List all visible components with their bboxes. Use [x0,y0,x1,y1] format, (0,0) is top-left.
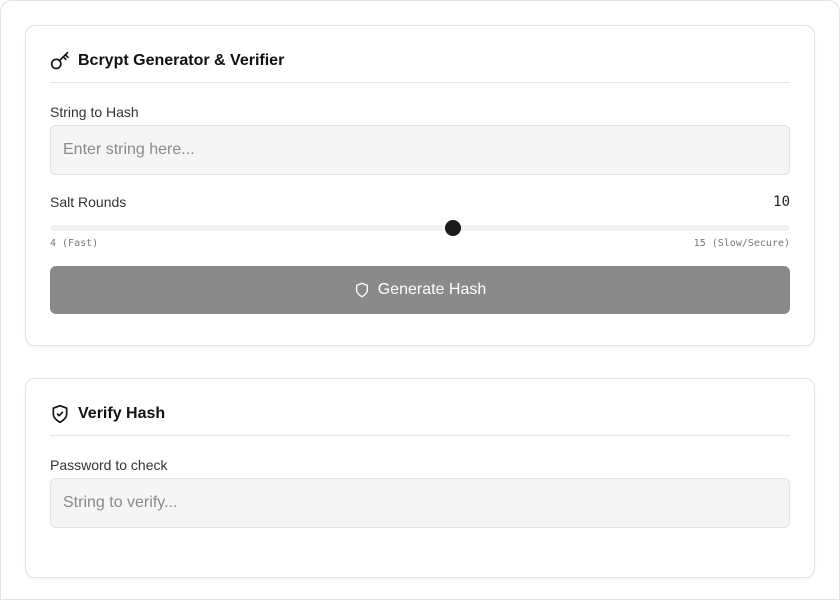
verify-input[interactable] [50,478,790,528]
generator-card: Bcrypt Generator & Verifier String to Ha… [25,25,815,346]
hash-input-label: String to Hash [50,104,139,120]
salt-rounds-label: Salt Rounds [50,194,127,210]
salt-rounds-value: 10 [773,194,790,210]
shield-check-icon [50,404,70,424]
hash-input[interactable] [50,125,790,175]
generate-hash-button[interactable]: Generate Hash [50,266,790,314]
shield-icon [354,282,370,298]
slider-min-label: 4 (Fast) [50,238,99,249]
salt-rounds-slider[interactable] [50,217,790,237]
generator-title: Bcrypt Generator & Verifier [78,52,285,69]
generator-header: Bcrypt Generator & Verifier [50,26,790,83]
slider-track[interactable] [50,225,790,231]
verifier-title: Verify Hash [78,405,166,422]
slider-range-labels: 4 (Fast) 15 (Slow/Secure) [50,238,790,249]
generate-hash-label: Generate Hash [377,281,487,298]
salt-rounds-row: Salt Rounds 10 [50,194,790,210]
verifier-card: Verify Hash Password to check [25,378,815,578]
key-icon [50,51,70,71]
verify-input-label: Password to check [50,457,168,473]
verifier-header: Verify Hash [50,379,790,436]
slider-thumb[interactable] [444,220,461,236]
slider-max-label: 15 (Slow/Secure) [693,238,790,249]
